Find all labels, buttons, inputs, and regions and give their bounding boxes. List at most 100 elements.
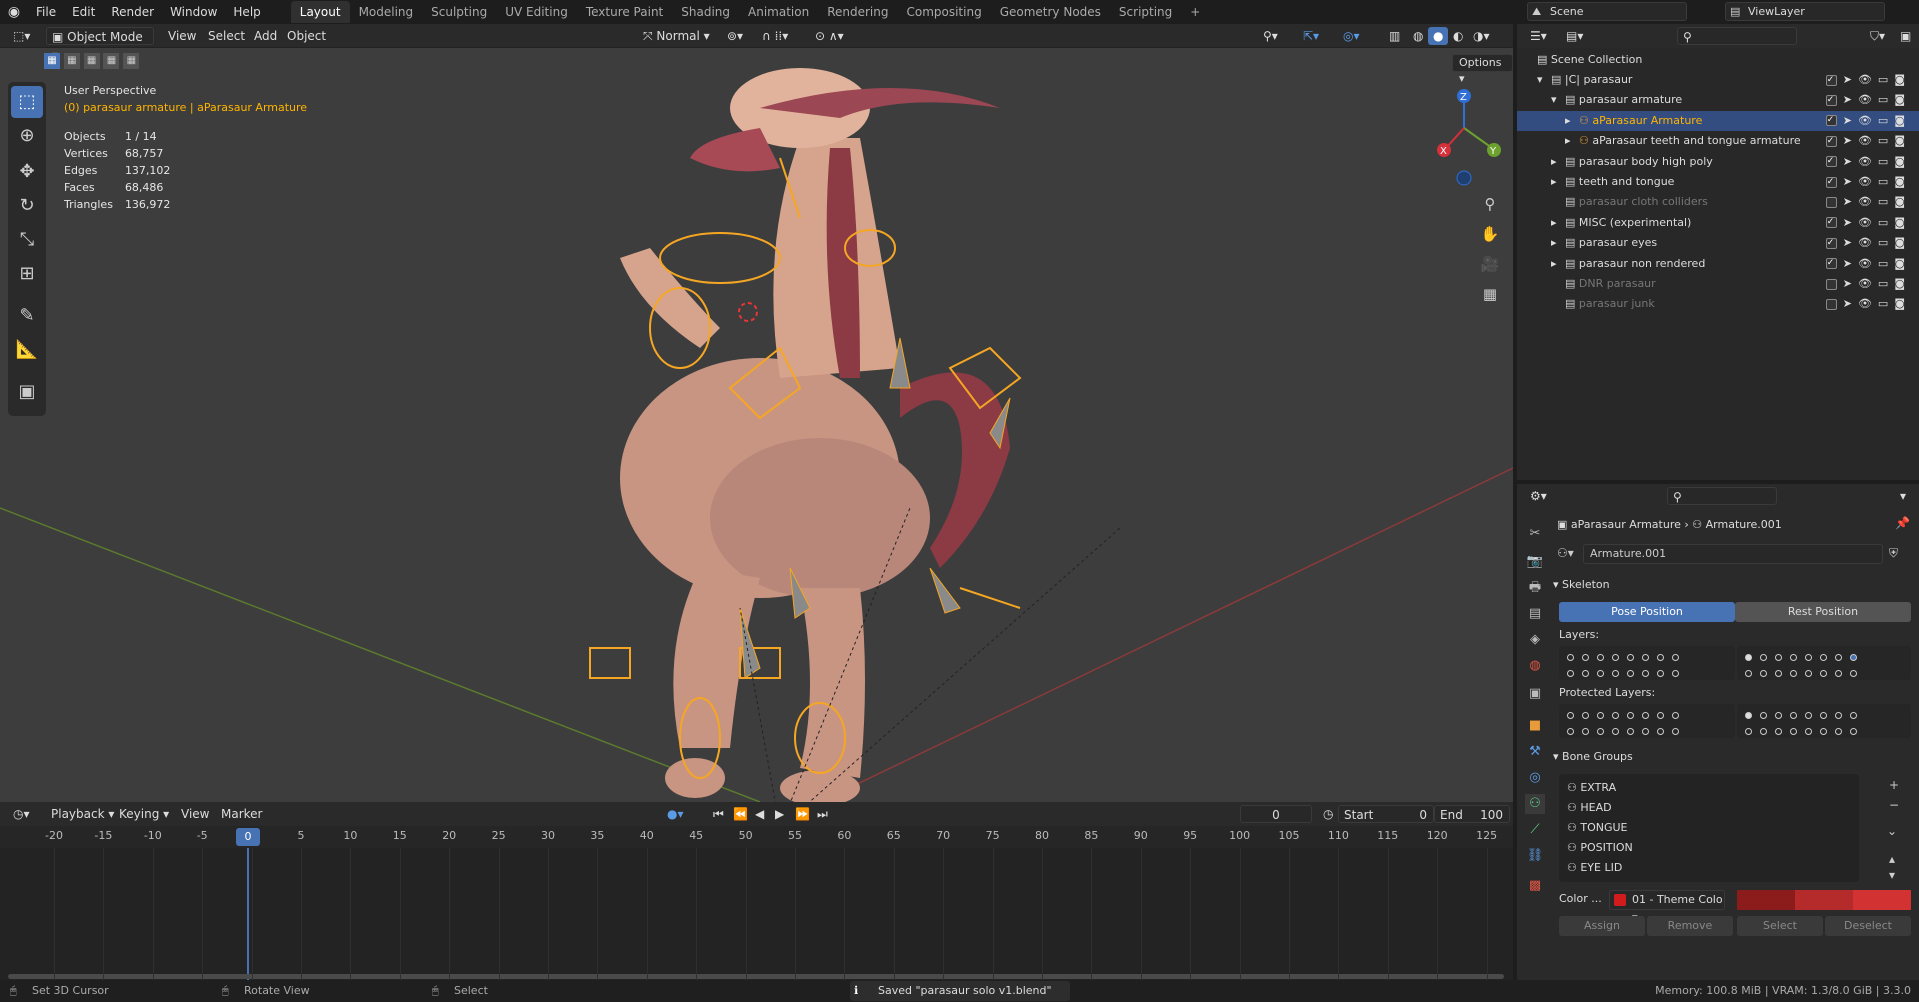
color-swatch-active[interactable] [1853, 890, 1911, 910]
bone-constraint-tab-icon[interactable]: ⛓ [1525, 846, 1545, 866]
tab-uv-editing[interactable]: UV Editing [496, 1, 577, 23]
visibility-toggles[interactable]: ➤👁▭◙ [1825, 294, 1911, 314]
armature-data-icon[interactable]: ⚇▾ [1557, 546, 1574, 560]
render-camera-icon[interactable]: ◙ [1894, 257, 1911, 270]
visibility-toggles[interactable]: ✓ ➤👁▭◙ [1825, 111, 1911, 131]
timeline-editor[interactable]: ◷▾ Playback ▾ Keying ▾ View Marker ●▾ ⏮ … [0, 802, 1513, 980]
tool-tab-icon[interactable]: ✂ [1525, 524, 1545, 544]
navigation-gizmo[interactable]: Z Y X [1430, 82, 1510, 192]
texture-tab-icon[interactable]: ▩ [1525, 876, 1545, 896]
visibility-toggles[interactable]: ✓ ➤👁▭◙ [1825, 152, 1911, 172]
render-camera-icon[interactable]: ◙ [1894, 297, 1911, 310]
outliner-row[interactable]: ▸ ▤ MISC (experimental) ✓ ➤👁▭◙ [1517, 213, 1919, 233]
outliner-row[interactable]: ▸ ▤ parasaur non rendered ✓ ➤👁▭◙ [1517, 254, 1919, 274]
fake-user-shield-icon[interactable]: ⛨ [1889, 546, 1898, 561]
exclude-checkbox[interactable]: ✓ [1825, 237, 1837, 249]
layers-grid-left[interactable] [1559, 646, 1735, 680]
deselect-button[interactable]: Deselect [1825, 916, 1911, 936]
shading-rendered-icon[interactable]: ◑▾ [1468, 27, 1495, 45]
expand-arrow-icon[interactable]: ▸ [1565, 131, 1579, 151]
viewport-monitor-icon[interactable]: ▭ [1878, 257, 1894, 270]
visibility-toggles[interactable]: ✓ ➤👁▭◙ [1825, 131, 1911, 151]
viewport-menu-select[interactable]: Select [203, 27, 250, 45]
scale-tool-icon[interactable]: ⤡ [11, 224, 43, 256]
menu-render[interactable]: Render [103, 0, 162, 24]
tab-modeling[interactable]: Modeling [350, 1, 423, 23]
visibility-toggles[interactable]: ✓ ➤👁▭◙ [1825, 254, 1911, 274]
exclude-checkbox[interactable]: ✓ [1825, 94, 1837, 106]
expand-arrow-icon[interactable]: ▸ [1551, 254, 1565, 274]
add-bone-group-icon[interactable]: + [1889, 778, 1899, 792]
viewport-monitor-icon[interactable]: ▭ [1878, 114, 1894, 127]
move-up-icon[interactable]: ▴ [1889, 852, 1895, 866]
eye-icon[interactable]: 👁 [1858, 73, 1878, 86]
transform-orientation[interactable]: ⤧ Normal ▾ [638, 27, 715, 45]
tab-scripting[interactable]: Scripting [1110, 1, 1181, 23]
list-item[interactable]: ⚇ EXTRA [1559, 778, 1859, 798]
expand-arrow-icon[interactable]: ▸ [1551, 233, 1565, 253]
visibility-toggles[interactable]: ✓ ➤👁▭◙ [1825, 172, 1911, 192]
outliner-search-input[interactable]: ⚲ [1677, 27, 1797, 45]
display-mode-icon[interactable]: ▤▾ [1561, 27, 1588, 45]
tab-rendering[interactable]: Rendering [818, 1, 897, 23]
zoom-icon[interactable]: ⚲ [1476, 190, 1504, 218]
render-camera-icon[interactable]: ◙ [1894, 277, 1911, 290]
bone-groups-panel-header[interactable]: ▾ Bone Groups [1553, 746, 1909, 768]
current-frame-field[interactable]: 0 [1240, 805, 1312, 823]
eye-icon[interactable]: 👁 [1858, 114, 1878, 127]
rotate-tool-icon[interactable]: ↻ [11, 190, 43, 222]
render-camera-icon[interactable]: ◙ [1894, 175, 1911, 188]
select-arrow-icon[interactable]: ➤ [1843, 114, 1858, 127]
visibility-toggles[interactable]: ✓ ➤👁▭◙ [1825, 70, 1911, 90]
collection-tab-icon[interactable]: ▣ [1525, 684, 1545, 704]
view-layer-selector[interactable]: ▤ ViewLayer [1725, 2, 1885, 21]
object-tab-icon[interactable]: ■ [1525, 716, 1545, 736]
auto-keying-icon[interactable]: ●▾ [662, 805, 689, 823]
overlay-toggle-icon[interactable]: ◎▾ [1338, 27, 1365, 45]
select-arrow-icon[interactable]: ➤ [1843, 155, 1858, 168]
menu-edit[interactable]: Edit [64, 0, 103, 24]
exclude-checkbox[interactable] [1825, 298, 1837, 310]
specials-menu-icon[interactable]: ⌄ [1887, 824, 1897, 838]
expand-arrow-icon[interactable]: ▸ [1551, 152, 1565, 172]
outliner-row[interactable]: ▤ parasaur junk ➤👁▭◙ [1517, 294, 1919, 314]
tab-compositing[interactable]: Compositing [897, 1, 990, 23]
eye-icon[interactable]: 👁 [1858, 297, 1878, 310]
exclude-checkbox[interactable]: ✓ [1825, 258, 1837, 270]
select-arrow-icon[interactable]: ➤ [1843, 297, 1858, 310]
timeline-menu-marker[interactable]: Marker [216, 805, 267, 823]
visibility-toggles[interactable]: ➤👁▭◙ [1825, 192, 1911, 212]
xray-icon[interactable]: ▥ [1384, 27, 1405, 45]
eye-icon[interactable]: 👁 [1858, 277, 1878, 290]
timeline-ruler[interactable]: -20 -15 -10 -5 0 5 10 15 20 25 30 35 40 45 50 55 60 65 70 7… [0, 826, 1513, 848]
select-arrow-icon[interactable]: ➤ [1843, 216, 1858, 229]
end-frame-field[interactable]: End 100 [1434, 805, 1510, 823]
tab-sculpting[interactable]: Sculpting [422, 1, 496, 23]
exclude-checkbox[interactable]: ✓ [1825, 135, 1837, 147]
outliner-row[interactable]: ▤ parasaur cloth colliders ➤👁▭◙ [1517, 192, 1919, 212]
menu-help[interactable]: Help [225, 0, 268, 24]
visibility-toggles[interactable]: ✓ ➤👁▭◙ [1825, 90, 1911, 110]
list-item[interactable]: ⚇ POSITION [1559, 838, 1859, 858]
remove-button[interactable]: Remove [1647, 916, 1733, 936]
world-tab-icon[interactable]: ◍ [1525, 656, 1545, 676]
ortho-grid-icon[interactable]: ▦ [1476, 280, 1504, 308]
viewport-monitor-icon[interactable]: ▭ [1878, 277, 1894, 290]
start-frame-field[interactable]: Start 0 [1338, 805, 1434, 823]
gizmo-toggle-icon[interactable]: ⇱▾ [1298, 27, 1324, 45]
scene-selector[interactable]: ⛰ Scene [1527, 2, 1687, 21]
expand-arrow-icon[interactable]: ▸ [1551, 172, 1565, 192]
assign-button[interactable]: Assign [1559, 916, 1645, 936]
outliner-row[interactable]: ▸ ⚇ aParasaur Armature ✓ ➤👁▭◙ [1517, 110, 1919, 131]
visibility-toggles[interactable]: ✓ ➤👁▭◙ [1825, 213, 1911, 233]
mode-dropdown[interactable]: ▣ Object Mode ▾ [46, 27, 154, 62]
eye-icon[interactable]: 👁 [1858, 216, 1878, 229]
viewport-monitor-icon[interactable]: ▭ [1878, 297, 1894, 310]
outliner-editor-type-icon[interactable]: ☰▾ [1525, 27, 1552, 45]
protected-layers-grid-right[interactable] [1737, 704, 1911, 738]
physics-tab-icon[interactable]: ◎ [1525, 768, 1545, 788]
render-camera-icon[interactable]: ◙ [1894, 216, 1911, 229]
exclude-checkbox[interactable] [1825, 278, 1837, 290]
timeline-menu-playback[interactable]: Playback ▾ [46, 805, 119, 823]
outliner-row[interactable]: ▾ ▤ |C| parasaur ✓ ➤👁▭◙ [1517, 70, 1919, 90]
